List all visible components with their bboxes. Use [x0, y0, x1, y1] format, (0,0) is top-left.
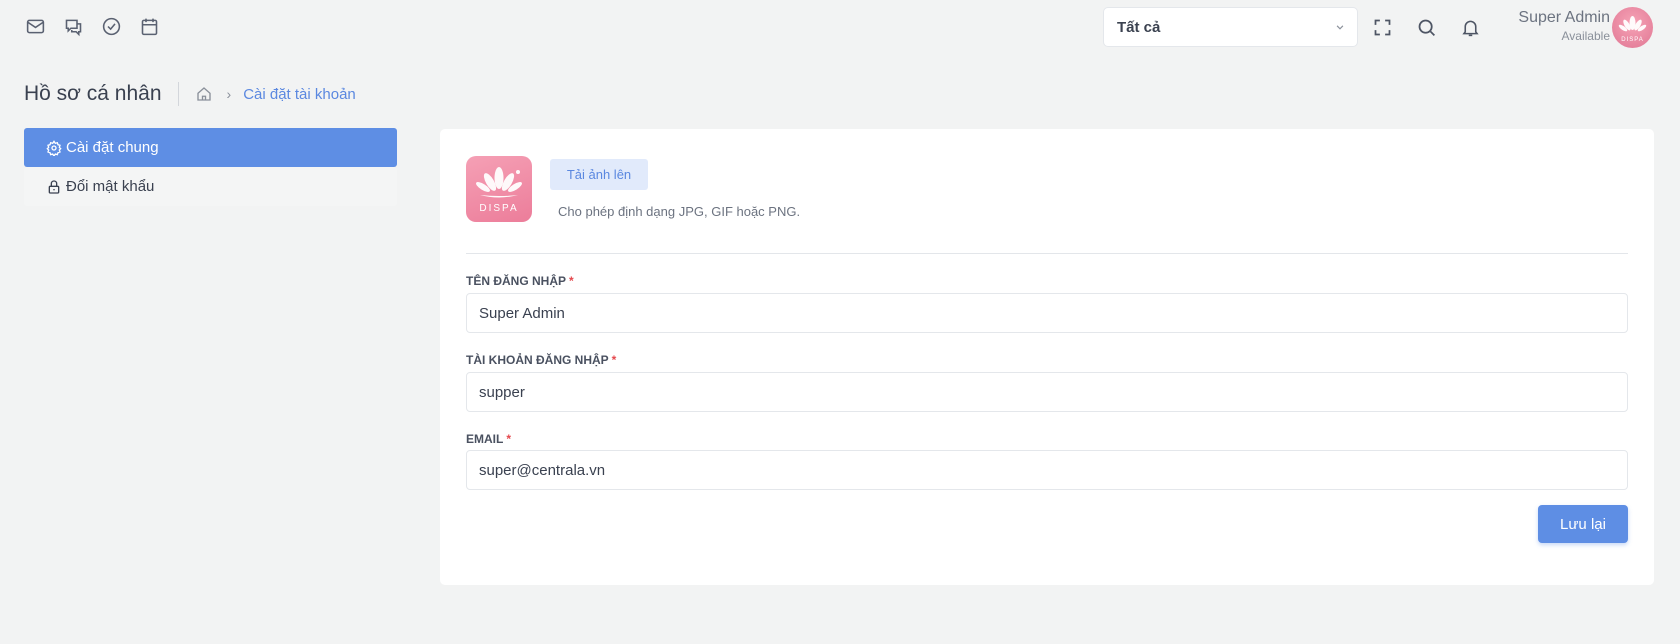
fullscreen-icon[interactable]	[1371, 16, 1393, 38]
account-field[interactable]	[466, 372, 1628, 412]
required-mark: *	[611, 353, 617, 367]
menu-item-general-settings[interactable]: Cài đặt chung	[24, 128, 397, 167]
top-bar: Tất cả Super Admin Available DISPA	[0, 0, 1680, 56]
lock-icon	[46, 179, 62, 195]
filter-select[interactable]: Tất cả	[1103, 7, 1358, 47]
required-mark: *	[506, 432, 512, 446]
page-title: Hồ sơ cá nhân	[24, 82, 162, 105]
email-label: EMAIL *	[466, 432, 511, 446]
profile-card: DISPA Tải ảnh lên Cho phép định dạng JPG…	[440, 129, 1654, 585]
user-menu[interactable]: Super Admin Available	[1518, 9, 1610, 43]
label-text: TÊN ĐĂNG NHẬP	[466, 274, 567, 288]
calendar-icon[interactable]	[138, 15, 160, 37]
search-icon[interactable]	[1415, 16, 1437, 38]
menu-item-label: Đổi mật khẩu	[66, 178, 155, 195]
header-divider	[177, 82, 179, 106]
filter-select-value: Tất cả	[1117, 18, 1161, 36]
upload-hint: Cho phép định dạng JPG, GIF hoặc PNG.	[558, 204, 801, 219]
account-label: TÀI KHOẢN ĐĂNG NHẬP *	[466, 353, 616, 367]
user-name: Super Admin	[1518, 9, 1610, 26]
label-text: EMAIL	[466, 432, 504, 446]
section-divider	[466, 253, 1628, 254]
gear-icon	[46, 139, 62, 156]
username-label: TÊN ĐĂNG NHẬP *	[466, 274, 574, 288]
home-icon[interactable]	[195, 85, 213, 103]
menu-item-label: Cài đặt chung	[66, 139, 159, 156]
breadcrumb-separator-icon: ›	[226, 86, 232, 102]
chat-icon[interactable]	[62, 15, 84, 37]
chevron-down-icon	[1333, 20, 1347, 34]
user-status: Available	[1561, 29, 1610, 43]
username-field[interactable]	[466, 293, 1628, 333]
top-left-icons	[24, 15, 160, 37]
email-field[interactable]	[466, 450, 1628, 490]
required-mark: *	[569, 274, 574, 288]
profile-logo: DISPA	[466, 156, 532, 222]
save-button[interactable]: Lưu lại	[1538, 505, 1628, 543]
check-circle-icon[interactable]	[100, 15, 122, 37]
mail-icon[interactable]	[24, 15, 46, 37]
upload-photo-button[interactable]: Tải ảnh lên	[550, 159, 648, 190]
menu-item-change-password[interactable]: Đổi mật khẩu	[24, 167, 397, 206]
avatar-logo-text: DISPA	[1621, 37, 1644, 43]
settings-menu: Cài đặt chung Đổi mật khẩu	[24, 128, 397, 206]
label-text: TÀI KHOẢN ĐĂNG NHẬP	[466, 353, 609, 367]
logo-text: DISPA	[479, 203, 518, 214]
breadcrumb-current[interactable]: Cài đặt tài khoản	[243, 86, 356, 103]
page-header: Hồ sơ cá nhân › Cài đặt tài khoản	[24, 78, 356, 110]
bell-icon[interactable]	[1459, 16, 1481, 38]
avatar[interactable]: DISPA	[1612, 7, 1653, 48]
